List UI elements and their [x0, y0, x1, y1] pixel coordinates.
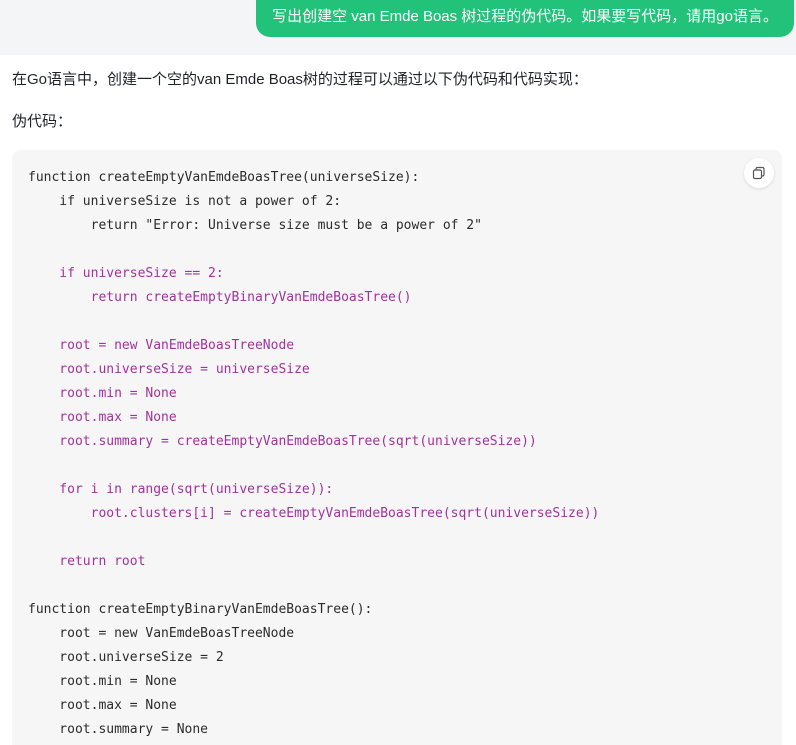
code-block: function createEmptyVanEmdeBoasTree(univ…: [12, 150, 782, 745]
code-line: root = new VanEmdeBoasTreeNode: [28, 338, 295, 353]
copy-code-button[interactable]: [744, 158, 774, 188]
code-line: root.summary = None: [28, 722, 209, 737]
code-line: return root: [28, 554, 146, 569]
code-line: return "Error: Universe size must be a p…: [28, 218, 482, 233]
code-line: for i in range(sqrt(universeSize)):: [28, 482, 334, 497]
code-line: root.summary = createEmptyVanEmdeBoasTre…: [28, 434, 537, 449]
code-line: root.clusters[i] = createEmptyVanEmdeBoa…: [28, 506, 600, 521]
answer-intro-text: 在Go语言中，创建一个空的van Emde Boas树的过程可以通过以下伪代码和…: [12, 71, 588, 88]
code-line: if universeSize == 2:: [28, 266, 224, 281]
code-line: function createEmptyVanEmdeBoasTree(univ…: [28, 170, 420, 185]
user-message-bubble: 写出创建空 van Emde Boas 树过程的伪代码。如果要写代码，请用go语…: [256, 0, 794, 37]
code-line: root.max = None: [28, 410, 177, 425]
code-line: return createEmptyBinaryVanEmdeBoasTree(…: [28, 290, 412, 305]
code-line: function createEmptyBinaryVanEmdeBoasTre…: [28, 602, 373, 617]
code-line: root.universeSize = universeSize: [28, 362, 310, 377]
code-line: root.min = None: [28, 386, 177, 401]
pseudocode-section-label: 伪代码：: [12, 113, 73, 130]
copy-icon: [752, 166, 766, 180]
code-line: root.min = None: [28, 674, 177, 689]
code-line: if universeSize is not a power of 2:: [28, 194, 342, 209]
code-lines: function createEmptyVanEmdeBoasTree(univ…: [28, 166, 599, 742]
code-line: root.universeSize = 2: [28, 650, 224, 665]
code-line: root = new VanEmdeBoasTreeNode: [28, 626, 295, 641]
code-line: root.max = None: [28, 698, 177, 713]
